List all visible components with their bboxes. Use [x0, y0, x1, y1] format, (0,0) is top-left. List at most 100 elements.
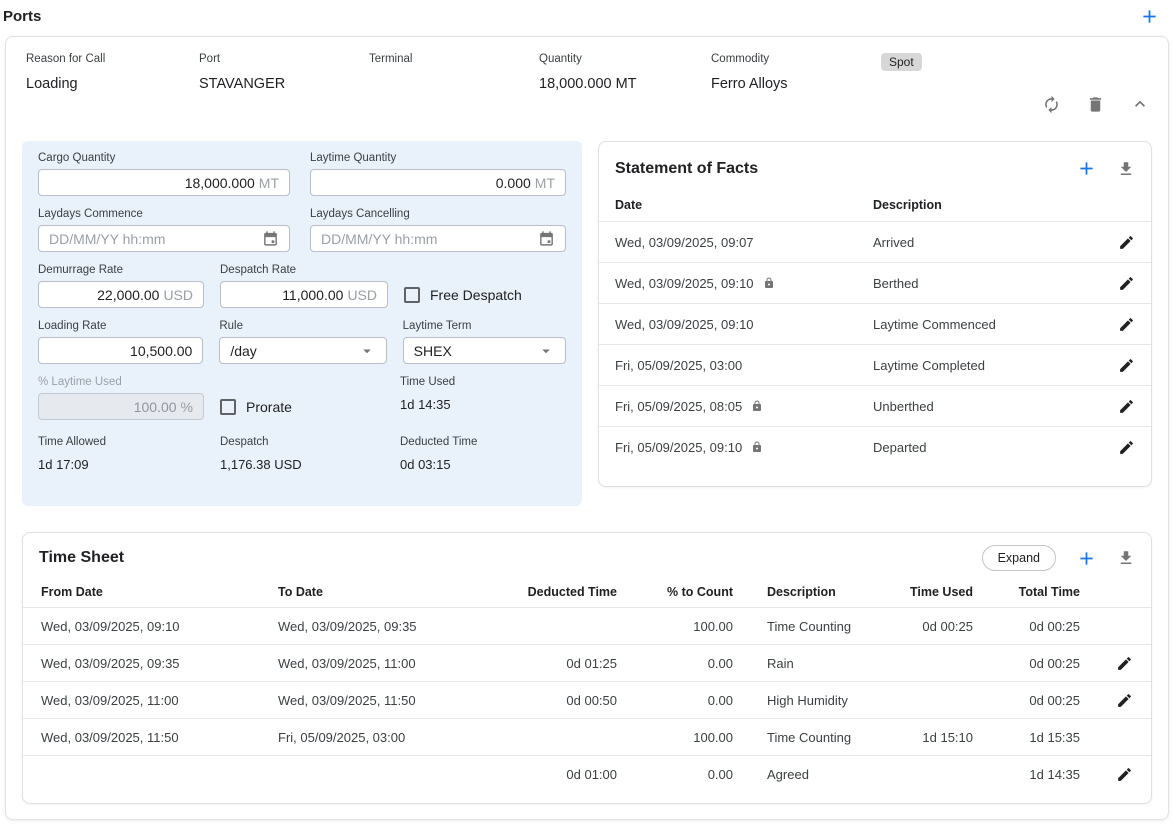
sof-col-date: Date: [615, 198, 873, 212]
loading-rate-input[interactable]: 10,500.00: [38, 337, 203, 364]
sync-icon: [1042, 95, 1061, 114]
lock-icon: [751, 441, 763, 453]
sof-row: Wed, 03/09/2025, 09:07 Arrived: [599, 221, 1151, 262]
download-sof-button[interactable]: [1117, 160, 1135, 178]
laytime-quantity-label: Laytime Quantity: [310, 152, 566, 164]
despatch-label: Despatch: [220, 436, 400, 448]
edit-fact-button[interactable]: [1118, 316, 1135, 333]
calendar-icon[interactable]: [262, 230, 279, 247]
prorate-checkbox[interactable]: [220, 399, 236, 415]
laytime-term-label: Laytime Term: [403, 320, 566, 332]
pct-laytime-used-label: % Laytime Used: [38, 376, 204, 388]
laytime-term-select[interactable]: SHEX: [403, 337, 566, 364]
page-title: Ports: [3, 8, 41, 25]
commodity-label: Commodity: [711, 53, 881, 65]
despatch-rate-input[interactable]: 11,000.00 USD: [220, 281, 388, 308]
terminal-label: Terminal: [369, 53, 539, 65]
lock-icon: [763, 277, 775, 289]
plus-icon: [1076, 548, 1097, 569]
despatch-rate-label: Despatch Rate: [220, 264, 388, 276]
time-sheet-card: Time Sheet Expand From Date To Date Dedu…: [22, 532, 1152, 804]
edit-icon: [1118, 316, 1135, 333]
download-icon: [1117, 160, 1135, 178]
timesheet-header-row: From Date To Date Deducted Time % to Cou…: [23, 577, 1151, 607]
spot-badge: Spot: [881, 53, 922, 71]
sof-row: Fri, 05/09/2025, 08:05 Unberthed: [599, 385, 1151, 426]
sof-header-row: Date Description: [599, 189, 1151, 221]
add-fact-button[interactable]: [1076, 158, 1097, 179]
commodity-value: Ferro Alloys: [711, 76, 881, 92]
edit-icon: [1118, 275, 1135, 292]
demurrage-rate-input[interactable]: 22,000.00 USD: [38, 281, 204, 308]
plus-icon: [1076, 158, 1097, 179]
delete-port-button[interactable]: [1086, 95, 1105, 114]
free-despatch-label: Free Despatch: [430, 287, 522, 303]
sof-row: Wed, 03/09/2025, 09:10 Laytime Commenced: [599, 303, 1151, 344]
laydays-cancelling-input[interactable]: DD/MM/YY hh:mm: [310, 225, 566, 252]
add-port-button[interactable]: [1139, 6, 1160, 27]
recalculate-button[interactable]: [1042, 95, 1061, 114]
edit-icon: [1118, 357, 1135, 374]
edit-fact-button[interactable]: [1118, 357, 1135, 374]
edit-fact-button[interactable]: [1118, 275, 1135, 292]
cargo-quantity-input[interactable]: 18,000.000 MT: [38, 169, 290, 196]
laytime-calculation-panel: Cargo Quantity 18,000.000 MT Laytime Qua…: [22, 141, 582, 506]
edit-timesheet-row-button[interactable]: [1116, 692, 1133, 709]
laydays-commence-input[interactable]: DD/MM/YY hh:mm: [38, 225, 290, 252]
edit-timesheet-row-button[interactable]: [1116, 655, 1133, 672]
cargo-quantity-label: Cargo Quantity: [38, 152, 290, 164]
port-label: Port: [199, 53, 369, 65]
laydays-cancelling-label: Laydays Cancelling: [310, 208, 566, 220]
sof-row: Fri, 05/09/2025, 03:00 Laytime Completed: [599, 344, 1151, 385]
loading-rate-label: Loading Rate: [38, 320, 203, 332]
expand-button[interactable]: Expand: [982, 545, 1056, 571]
add-timesheet-row-button[interactable]: [1076, 548, 1097, 569]
demurrage-rate-label: Demurrage Rate: [38, 264, 204, 276]
edit-fact-button[interactable]: [1118, 398, 1135, 415]
statement-of-facts-card: Statement of Facts Date Description Wed,…: [598, 141, 1152, 487]
sof-row: Fri, 05/09/2025, 09:10 Departed: [599, 426, 1151, 467]
sof-row: Wed, 03/09/2025, 09:10 Berthed: [599, 262, 1151, 303]
rule-select[interactable]: /day: [219, 337, 386, 364]
rule-label: Rule: [219, 320, 386, 332]
download-timesheet-button[interactable]: [1117, 549, 1135, 567]
timesheet-row: Wed, 03/09/2025, 11:00 Wed, 03/09/2025, …: [23, 681, 1151, 718]
laydays-commence-label: Laydays Commence: [38, 208, 290, 220]
deducted-time-value: 0d 03:15: [400, 457, 564, 472]
port-call-card: Reason for Call Loading Port STAVANGER T…: [5, 36, 1169, 820]
deducted-time-label: Deducted Time: [400, 436, 564, 448]
edit-fact-button[interactable]: [1118, 439, 1135, 456]
edit-icon: [1116, 692, 1133, 709]
dropdown-caret-icon: [537, 342, 555, 360]
timesheet-row: Wed, 03/09/2025, 09:35 Wed, 03/09/2025, …: [23, 644, 1151, 681]
time-used-value: 1d 14:35: [400, 397, 455, 412]
time-sheet-title: Time Sheet: [39, 549, 124, 567]
download-icon: [1117, 549, 1135, 567]
laytime-quantity-input[interactable]: 0.000 MT: [310, 169, 566, 196]
edit-icon: [1118, 398, 1135, 415]
reason-for-call-label: Reason for Call: [26, 53, 199, 65]
chevron-up-icon: [1130, 94, 1150, 114]
edit-timesheet-row-button[interactable]: [1116, 766, 1133, 783]
edit-icon: [1116, 655, 1133, 672]
time-allowed-value: 1d 17:09: [38, 457, 220, 472]
timesheet-row: Wed, 03/09/2025, 11:50 Fri, 05/09/2025, …: [23, 718, 1151, 755]
edit-icon: [1116, 766, 1133, 783]
port-value: STAVANGER: [199, 76, 369, 92]
timesheet-row: 0d 01:00 0.00 Agreed 1d 14:35: [23, 755, 1151, 792]
prorate-label: Prorate: [246, 399, 292, 415]
dropdown-caret-icon: [358, 342, 376, 360]
collapse-port-button[interactable]: [1130, 94, 1150, 114]
ports-header: Ports: [0, 0, 1174, 27]
plus-icon: [1139, 6, 1160, 27]
quantity-label: Quantity: [539, 53, 711, 65]
edit-icon: [1118, 439, 1135, 456]
despatch-value: 1,176.38 USD: [220, 457, 400, 472]
time-used-label: Time Used: [400, 376, 455, 388]
pct-laytime-used-input: 100.00 %: [38, 393, 204, 420]
sof-col-description: Description: [873, 198, 1099, 212]
port-summary-row: Reason for Call Loading Port STAVANGER T…: [6, 37, 1168, 141]
free-despatch-checkbox[interactable]: [404, 287, 420, 303]
edit-fact-button[interactable]: [1118, 234, 1135, 251]
calendar-icon[interactable]: [538, 230, 555, 247]
